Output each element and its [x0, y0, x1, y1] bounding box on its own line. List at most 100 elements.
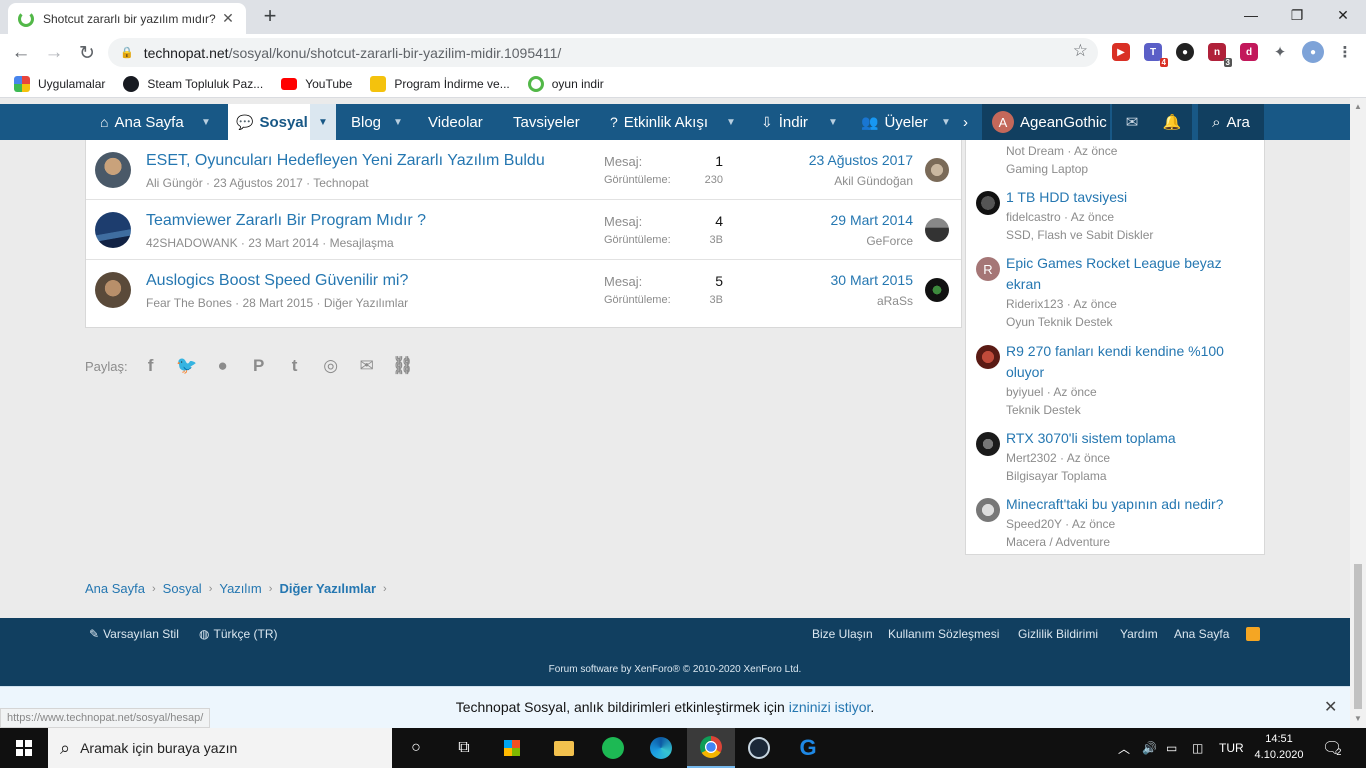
tumblr-icon[interactable]: t — [282, 355, 308, 377]
whatsapp-icon[interactable]: ◎ — [318, 355, 344, 377]
footer-link-contact[interactable]: Bize Ulaşın — [812, 627, 873, 641]
post-title[interactable]: RTX 3070'li sistem toplama — [1006, 428, 1256, 449]
last-poster[interactable]: GeForce — [866, 234, 913, 248]
post-title[interactable]: 1 TB HDD tavsiyesi — [1006, 187, 1256, 208]
page-scrollbar[interactable]: ▲ ▼ — [1350, 98, 1366, 728]
nav-download[interactable]: ⇩ İndir — [761, 104, 808, 140]
poster-avatar[interactable] — [976, 345, 1000, 369]
post-title[interactable]: R9 270 fanları kendi kendine %100 oluyor — [1006, 341, 1256, 383]
author-avatar[interactable] — [95, 212, 131, 248]
bookmark-apps[interactable]: Uygulamalar — [14, 76, 105, 92]
bookmark-program-indirme[interactable]: Program İndirme ve... — [370, 76, 510, 92]
task-view-icon[interactable]: ⧉ — [440, 728, 488, 768]
reload-button[interactable]: ↻ — [74, 40, 100, 66]
action-center-icon[interactable]: 🗨 2 — [1322, 728, 1342, 768]
thread-title[interactable]: Auslogics Boost Speed Güvenilir mi? — [146, 272, 408, 290]
taskbar-search[interactable]: ⌕ Aramak için buraya yazın — [48, 728, 392, 768]
nav-blog-dropdown[interactable]: ▼ — [385, 104, 411, 140]
nav-members-dropdown[interactable]: ▼ — [933, 104, 959, 140]
notion-extension-icon[interactable]: n3 — [1208, 43, 1232, 67]
nav-activity[interactable]: ? Etkinlik Akışı — [610, 104, 708, 140]
post-forum[interactable]: Macera / Adventure — [1006, 535, 1110, 549]
link-icon[interactable]: ⛓ — [390, 355, 416, 377]
bookmark-oyun-indir[interactable]: oyun indir — [527, 76, 604, 92]
nav-blog[interactable]: Blog — [351, 104, 381, 140]
nav-home-dropdown[interactable]: ▼ — [193, 104, 219, 140]
scroll-down-icon[interactable]: ▼ — [1354, 714, 1362, 723]
file-explorer-icon[interactable] — [540, 728, 588, 768]
last-post-date[interactable]: 30 Mart 2015 — [831, 272, 914, 288]
permission-link[interactable]: izninizi istiyor — [789, 699, 871, 715]
bookmark-steam[interactable]: Steam Topluluk Paz... — [123, 76, 263, 92]
nav-home[interactable]: ⌂ Ana Sayfa — [100, 104, 184, 140]
last-poster-avatar[interactable] — [925, 158, 949, 182]
thread-title[interactable]: ESET, Oyuncuları Hedefleyen Yeni Zararlı… — [146, 152, 545, 170]
post-title[interactable]: Minecraft'taki bu yapının adı nedir? — [1006, 494, 1256, 515]
facebook-icon[interactable]: f — [138, 355, 164, 377]
nav-social-dropdown[interactable]: ▼ — [310, 104, 336, 140]
nav-account[interactable]: A AgeanGothic — [982, 104, 1110, 140]
address-bar[interactable]: 🔒 technopat.net/sosyal/konu/shotcut-zara… — [108, 38, 1098, 67]
network-icon[interactable]: ◫ — [1192, 728, 1203, 768]
post-forum[interactable]: Teknik Destek — [1006, 403, 1081, 417]
poster-avatar[interactable] — [976, 191, 1000, 215]
author-avatar[interactable] — [95, 272, 131, 308]
breadcrumb-home[interactable]: Ana Sayfa — [85, 581, 145, 596]
nav-search[interactable]: ⌕ Ara — [1198, 104, 1264, 140]
input-language[interactable]: TUR — [1219, 728, 1244, 768]
thread-title[interactable]: Teamviewer Zararlı Bir Program Mıdır ? — [146, 212, 426, 230]
browser-tab[interactable]: Shotcut zararlı bir yazılım mıdır? ✕ — [8, 3, 246, 34]
volume-icon[interactable]: 🔊 — [1142, 728, 1157, 768]
email-icon[interactable]: ✉ — [354, 355, 380, 377]
post-forum[interactable]: Bilgisayar Toplama — [1006, 469, 1107, 483]
footer-link-home[interactable]: Ana Sayfa — [1174, 627, 1229, 641]
poster-avatar[interactable] — [976, 432, 1000, 456]
nav-members[interactable]: 👥 Üyeler — [861, 104, 928, 140]
inbox-icon[interactable]: ✉ — [1112, 104, 1152, 140]
last-poster[interactable]: aRaSs — [877, 294, 913, 308]
rss-icon[interactable] — [1246, 627, 1260, 641]
post-forum[interactable]: Oyun Teknik Destek — [1006, 315, 1113, 329]
footer-link-help[interactable]: Yardım — [1120, 627, 1158, 641]
nav-more-chevron-icon[interactable]: › — [963, 104, 968, 140]
nav-tips[interactable]: Tavsiyeler — [513, 104, 580, 140]
extension-red-icon[interactable]: ▶ — [1112, 43, 1130, 61]
bookmark-youtube[interactable]: YouTube — [281, 77, 352, 91]
extension-circle-icon[interactable]: ● — [1176, 43, 1194, 61]
author-avatar[interactable] — [95, 152, 131, 188]
minimize-button[interactable]: — — [1228, 0, 1274, 30]
chrome-icon[interactable] — [687, 728, 735, 768]
spotify-icon[interactable] — [589, 728, 637, 768]
twitter-icon[interactable]: 🐦 — [174, 355, 200, 377]
maximize-button[interactable]: ❐ — [1274, 0, 1320, 30]
scrollbar-thumb[interactable] — [1354, 564, 1362, 709]
breadcrumb-other-software[interactable]: Diğer Yazılımlar — [279, 581, 376, 596]
last-poster-avatar[interactable] — [925, 218, 949, 242]
new-tab-button[interactable]: + — [258, 4, 282, 28]
language-chooser[interactable]: ◍ Türkçe (TR) — [199, 627, 277, 641]
battery-icon[interactable]: ▭ — [1166, 728, 1177, 768]
last-poster-avatar[interactable] — [925, 278, 949, 302]
alerts-bell-icon[interactable]: 🔔 — [1152, 104, 1192, 140]
edge-icon[interactable] — [637, 728, 685, 768]
footer-link-privacy[interactable]: Gizlilik Bildirimi — [1018, 627, 1098, 641]
profile-avatar[interactable]: ● — [1302, 41, 1324, 63]
back-button[interactable]: ← — [8, 40, 34, 66]
forward-button[interactable]: → — [41, 40, 67, 66]
post-forum[interactable]: Gaming Laptop — [1006, 162, 1088, 176]
footer-link-terms[interactable]: Kullanım Sözleşmesi — [888, 627, 999, 641]
last-poster[interactable]: Akil Gündoğan — [834, 174, 913, 188]
nav-videos[interactable]: Videolar — [428, 104, 483, 140]
extension-d-icon[interactable]: d — [1240, 43, 1258, 61]
nav-download-dropdown[interactable]: ▼ — [820, 104, 846, 140]
breadcrumb-social[interactable]: Sosyal — [163, 581, 202, 596]
tray-chevron-up-icon[interactable]: ︿ — [1118, 728, 1130, 768]
reddit-icon[interactable]: ● — [210, 355, 236, 377]
pinterest-icon[interactable]: P — [246, 355, 272, 377]
close-icon[interactable]: ✕ — [1324, 697, 1337, 717]
nav-social[interactable]: 💬 Sosyal — [228, 104, 316, 140]
scroll-up-icon[interactable]: ▲ — [1354, 102, 1362, 111]
menu-dots-icon[interactable]: ⋮ — [1336, 43, 1354, 61]
last-post-date[interactable]: 29 Mart 2014 — [831, 212, 914, 228]
breadcrumb-software[interactable]: Yazılım — [219, 581, 261, 596]
